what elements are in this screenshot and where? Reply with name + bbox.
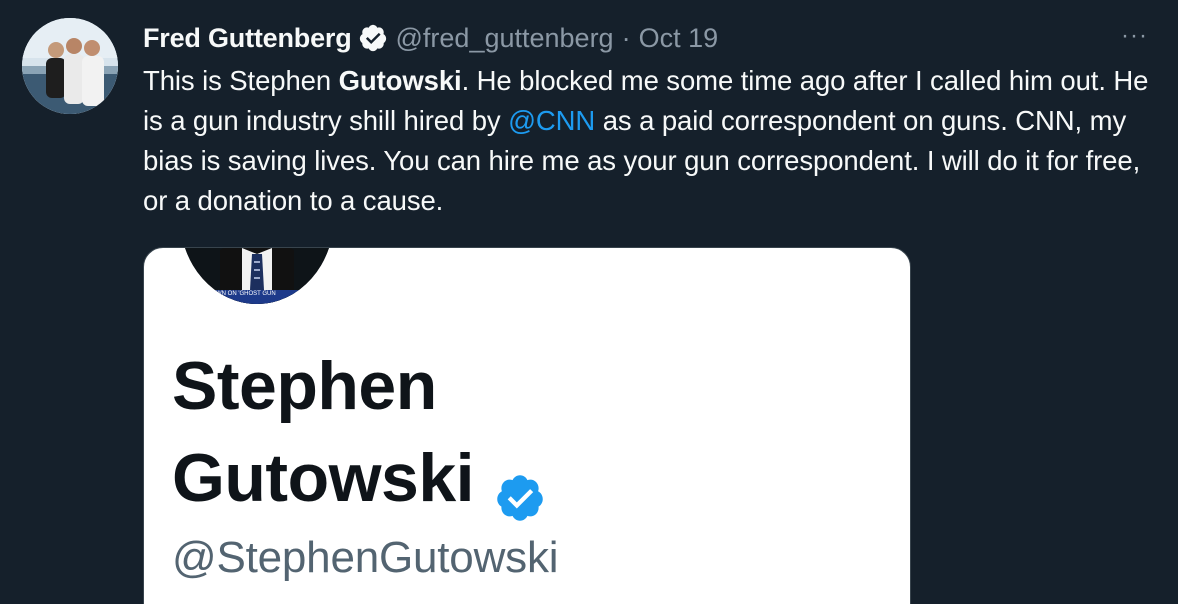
- avatar-photo: [22, 18, 118, 114]
- tweet[interactable]: Fred Guttenberg @fred_guttenberg · Oct 1…: [0, 0, 1178, 604]
- author-handle[interactable]: @fred_guttenberg: [396, 23, 614, 54]
- separator-dot: ·: [621, 22, 631, 53]
- tweet-date[interactable]: Oct 19: [639, 23, 719, 54]
- verified-badge-icon: [494, 455, 546, 521]
- tweet-header: Fred Guttenberg @fred_guttenberg · Oct 1…: [143, 20, 718, 56]
- media-name-line1: Stephen: [172, 348, 437, 424]
- media-name-line2: Gutowski: [172, 440, 475, 516]
- tweet-text-bold: Gutowski: [338, 65, 462, 96]
- media-profile-handle: @StephenGutowski: [172, 533, 559, 582]
- mention-link[interactable]: @CNN: [508, 105, 595, 136]
- more-options-icon[interactable]: ···: [1121, 24, 1148, 48]
- media-card[interactable]: WN ON 'GHOST GUN Stephen Gutowski @Steph…: [143, 247, 911, 604]
- verified-badge-icon: [358, 23, 388, 53]
- media-name-row: Gutowski: [172, 432, 546, 524]
- tweet-text-part: This is Stephen: [143, 65, 339, 96]
- media-photo-caption: WN ON 'GHOST GUN: [216, 291, 276, 297]
- tweet-text: This is Stephen Gutowski. He blocked me …: [143, 61, 1153, 221]
- media-profile-name: Stephen Gutowski: [172, 340, 546, 524]
- author-display-name[interactable]: Fred Guttenberg: [143, 23, 352, 54]
- author-avatar[interactable]: [22, 18, 118, 114]
- media-profile-photo: WN ON 'GHOST GUN: [180, 248, 334, 304]
